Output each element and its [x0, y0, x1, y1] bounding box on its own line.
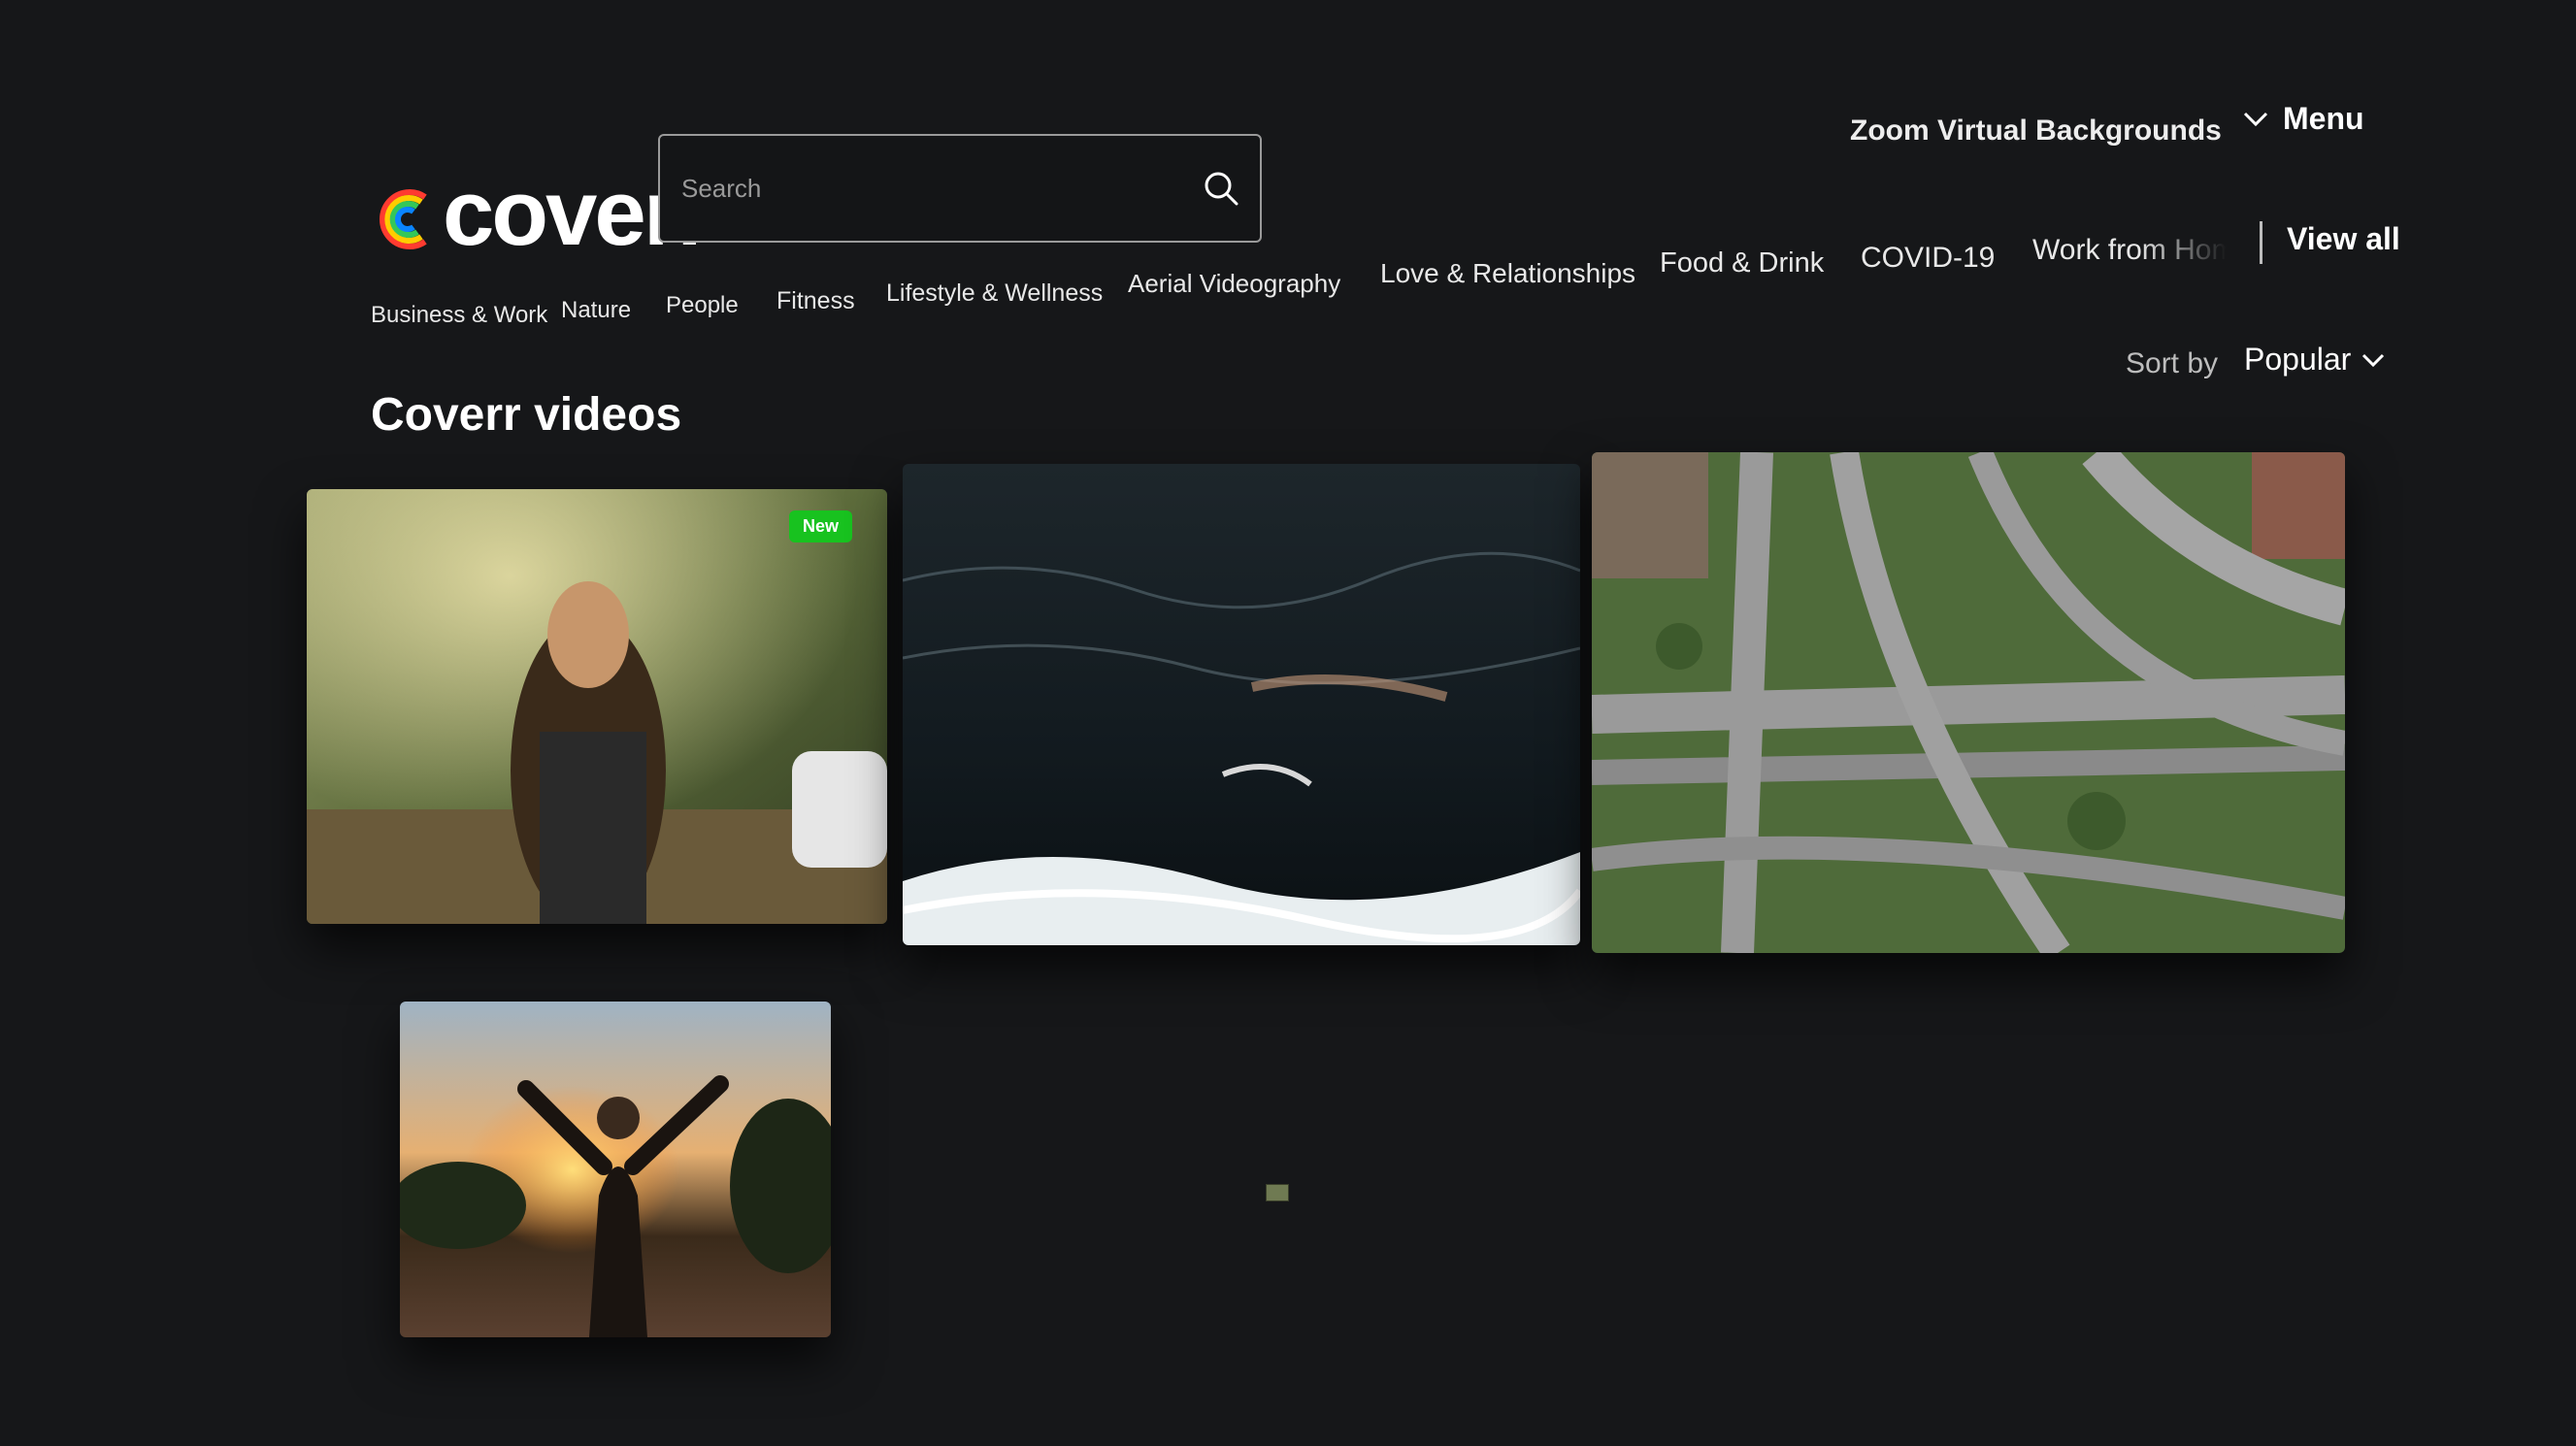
aerial-highway-image — [1592, 452, 2345, 953]
view-all-link[interactable]: View all — [2287, 221, 2400, 257]
category-food-drink[interactable]: Food & Drink — [1660, 247, 1824, 279]
category-business-work[interactable]: Business & Work — [371, 302, 547, 329]
menu-label: Menu — [2283, 101, 2364, 136]
sort-label: Sort by — [2126, 347, 2219, 379]
page-title: Coverr videos — [371, 389, 682, 441]
search-icon — [1205, 172, 1238, 206]
video-thumbnail-ocean-waves[interactable] — [903, 464, 1580, 945]
search-input[interactable] — [660, 172, 1182, 205]
sort-dropdown[interactable]: Popular — [2244, 342, 2386, 378]
chevron-down-icon — [2362, 353, 2385, 367]
chevron-down-icon — [2243, 112, 2268, 126]
category-love-relationships[interactable]: Love & Relationships — [1380, 258, 1635, 289]
video-thumbnail-sunset-woman[interactable] — [400, 1002, 831, 1337]
menu-button[interactable]: Menu — [2242, 101, 2364, 137]
search-box — [658, 134, 1262, 243]
loading-indicator-icon — [1266, 1184, 1289, 1201]
search-button[interactable] — [1182, 136, 1260, 241]
video-thumbnail-woman-park[interactable]: New — [307, 489, 887, 924]
sort-value: Popular — [2244, 342, 2352, 377]
video-thumbnail-aerial-highway[interactable] — [1592, 452, 2345, 953]
category-work-from-home[interactable]: Work from Hom — [2032, 234, 2227, 267]
nav-divider — [2260, 221, 2262, 264]
category-lifestyle-wellness[interactable]: Lifestyle & Wellness — [886, 279, 1103, 308]
category-covid-19[interactable]: COVID-19 — [1861, 242, 1995, 275]
category-aerial-videography[interactable]: Aerial Videography — [1128, 269, 1340, 299]
category-nav: Business & Work Nature People Fitness Li… — [371, 234, 2409, 335]
new-badge: New — [788, 510, 852, 542]
ocean-waves-image — [903, 464, 1580, 945]
woman-park-image — [307, 489, 887, 924]
sunset-woman-image — [400, 1002, 831, 1337]
category-fitness[interactable]: Fitness — [776, 287, 855, 315]
category-nature[interactable]: Nature — [561, 297, 631, 324]
zoom-backgrounds-link[interactable]: Zoom Virtual Backgrounds — [1850, 115, 2222, 148]
category-people[interactable]: People — [666, 292, 739, 319]
rainbow-logo-icon — [380, 189, 427, 249]
